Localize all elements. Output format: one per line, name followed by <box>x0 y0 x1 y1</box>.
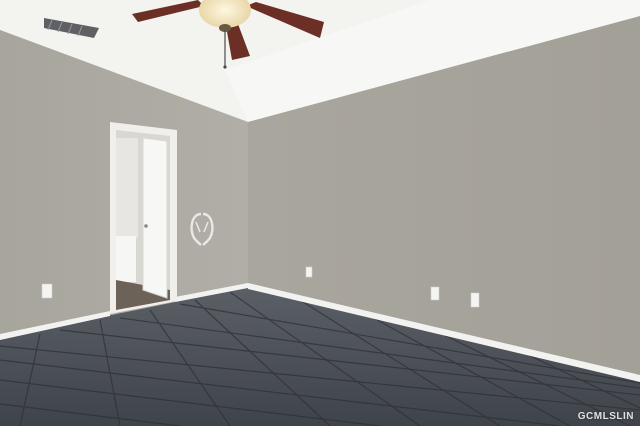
watermark-logo: GCMLSLIN <box>577 411 634 422</box>
outlet-right-wall-3 <box>470 292 480 308</box>
room-photo: GCMLSLIN <box>0 0 640 426</box>
outlet-right-wall-1 <box>305 266 313 278</box>
room-illustration <box>0 0 640 426</box>
open-doorway <box>110 122 177 314</box>
outlet-left-wall <box>41 283 53 299</box>
door-knob <box>144 224 148 228</box>
outlet-right-wall-2 <box>430 286 440 301</box>
door-panel <box>142 137 168 299</box>
